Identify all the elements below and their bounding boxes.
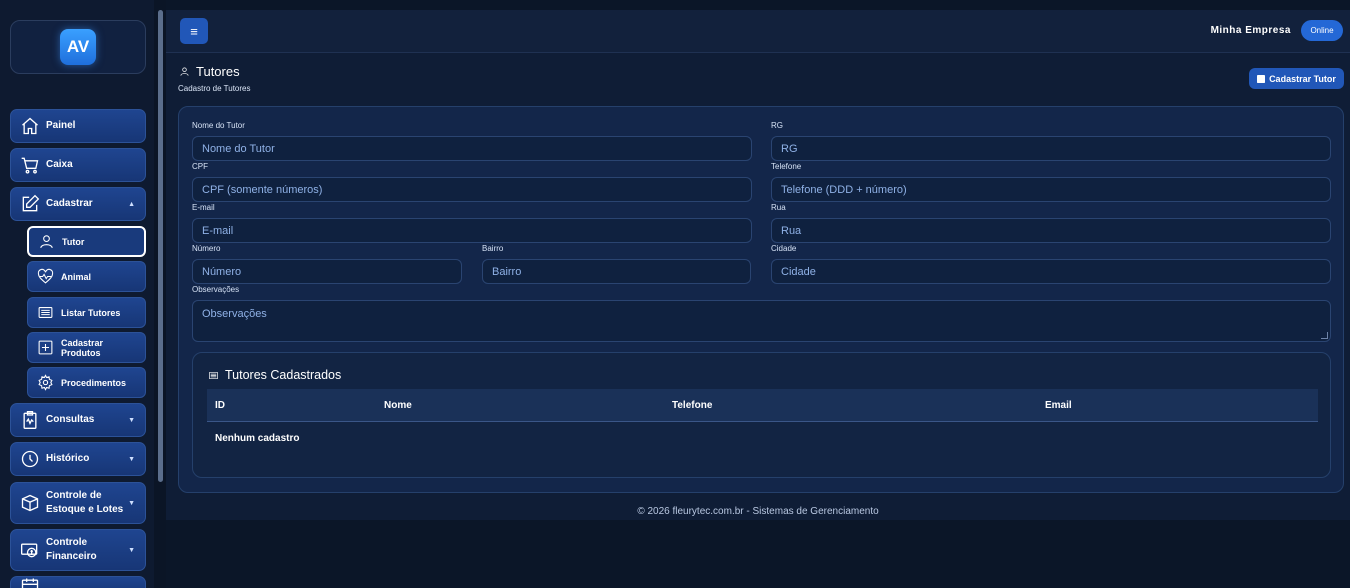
- hamburger-icon: ≡: [190, 23, 198, 39]
- sidebar-item-estoque[interactable]: Controle de Estoque e Lotes ▼: [10, 482, 146, 524]
- nome-input[interactable]: Nome do Tutor: [192, 136, 752, 161]
- table-header: ID Nome Telefone Email: [207, 389, 1318, 422]
- sidebar-subitem-procedimentos[interactable]: Procedimentos: [27, 367, 146, 398]
- sidebar-subitem-animal[interactable]: Animal: [27, 261, 146, 292]
- company-name: Minha Empresa: [1210, 25, 1291, 36]
- chevron-down-icon: ▼: [128, 499, 135, 507]
- user-icon: [180, 67, 189, 76]
- clipboard-icon: [20, 410, 40, 430]
- column-header-telefone[interactable]: Telefone: [672, 400, 712, 411]
- chevron-down-icon: ▼: [128, 416, 135, 424]
- sidebar-item-label-line1: Controle de: [46, 490, 102, 501]
- resize-handle[interactable]: [1321, 332, 1328, 339]
- cpf-label: CPF: [192, 162, 208, 171]
- telefone-input[interactable]: Telefone (DDD + número): [771, 177, 1331, 202]
- numero-input[interactable]: Número: [192, 259, 462, 284]
- menu-toggle-button[interactable]: ≡: [180, 18, 208, 44]
- sidebar-item-label-line2: Estoque e Lotes: [46, 504, 124, 515]
- home-icon: [20, 116, 40, 136]
- heart-pulse-icon: [36, 268, 54, 286]
- rg-label: RG: [771, 121, 783, 130]
- sidebar-subitem-tutor[interactable]: Tutor: [27, 226, 146, 257]
- box-icon: [20, 493, 40, 513]
- sidebar-item-consultas[interactable]: Consultas ▼: [10, 403, 146, 437]
- cadastrar-tutor-label: Cadastrar Tutor: [1269, 73, 1336, 84]
- rg-input[interactable]: RG: [771, 136, 1331, 161]
- sidebar-item-historico[interactable]: Histórico ▼: [10, 442, 146, 476]
- sidebar-item-label: Caixa: [46, 159, 73, 170]
- sidebar-item-financeiro[interactable]: Controle Financeiro ▼: [10, 529, 146, 571]
- save-icon: [1257, 74, 1266, 83]
- edit-icon: [20, 194, 40, 214]
- observacoes-label: Observações: [192, 285, 240, 294]
- telefone-label: Telefone: [771, 162, 802, 171]
- empty-table-message: Nenhum cadastro: [215, 433, 300, 444]
- table-title-text: Tutores Cadastrados: [225, 368, 342, 382]
- sidebar-item-caixa[interactable]: Caixa: [10, 148, 146, 182]
- sidebar-item-label: Cadastrar: [46, 198, 93, 209]
- bairro-input[interactable]: Bairro: [482, 259, 751, 284]
- sidebar-subitem-listar-tutores[interactable]: Listar Tutores: [27, 297, 146, 328]
- gear-icon: [36, 374, 54, 392]
- rua-input[interactable]: Rua: [771, 218, 1331, 243]
- topbar: ≡ Minha Empresa Online: [166, 10, 1350, 53]
- user-icon: [37, 233, 55, 251]
- observacoes-textarea[interactable]: Observações: [192, 300, 1331, 342]
- table-title: Tutores Cadastrados: [208, 368, 341, 382]
- column-header-nome[interactable]: Nome: [384, 400, 412, 411]
- page-subtitle: Cadastro de Tutores: [178, 84, 251, 93]
- footer: © 2026 fleurytec.com.br - Sistemas de Ge…: [637, 506, 879, 517]
- page-title-text: Tutores: [196, 64, 240, 79]
- sidebar-item-label: Controle Financeiro: [46, 536, 97, 564]
- sidebar-item-label: Painel: [46, 120, 76, 131]
- clock-icon: [20, 449, 40, 469]
- email-label: E-mail: [192, 203, 215, 212]
- sidebar-item-cadastrar[interactable]: Cadastrar ▲: [10, 187, 146, 221]
- sidebar-subitem-label: Tutor: [62, 236, 85, 247]
- page-title: Tutores: [179, 64, 240, 79]
- logo-container: AV: [10, 20, 146, 74]
- sidebar-subitem-label: Procedimentos: [61, 377, 127, 388]
- email-input[interactable]: E-mail: [192, 218, 752, 243]
- cidade-input[interactable]: Cidade: [771, 259, 1331, 284]
- numero-label: Número: [192, 244, 221, 253]
- cadastrar-tutor-button[interactable]: Cadastrar Tutor: [1249, 68, 1344, 89]
- sidebar-item-label-line1: Controle: [46, 537, 88, 548]
- cpf-input[interactable]: CPF (somente números): [192, 177, 752, 202]
- tutores-table-card: Tutores Cadastrados ID Nome Telefone Ema…: [192, 352, 1331, 478]
- sidebar-item-label-line2: Financeiro: [46, 551, 97, 562]
- sidebar-item-label: Controle de Estoque e Lotes: [46, 489, 123, 517]
- chevron-down-icon: ▼: [128, 546, 135, 554]
- sidebar-scrollbar-thumb[interactable]: [158, 10, 163, 482]
- nome-label: Nome do Tutor: [192, 121, 245, 130]
- column-header-id[interactable]: ID: [215, 400, 225, 411]
- sidebar-item-painel[interactable]: Painel: [10, 109, 146, 143]
- sidebar-subitem-label: Cadastrar Produtos: [61, 337, 104, 358]
- money-icon: [20, 540, 40, 560]
- calendar-icon: [20, 576, 40, 588]
- column-header-email[interactable]: Email: [1045, 400, 1072, 411]
- bairro-label: Bairro: [482, 244, 504, 253]
- status-badge: Online: [1301, 20, 1343, 41]
- rua-label: Rua: [771, 203, 786, 212]
- sidebar-subitem-label: Listar Tutores: [61, 307, 121, 318]
- cart-icon: [20, 155, 40, 175]
- chevron-up-icon: ▲: [128, 200, 135, 208]
- cidade-label: Cidade: [771, 244, 797, 253]
- sidebar-item-label: Consultas: [46, 414, 95, 425]
- sidebar-item-more[interactable]: [10, 576, 146, 588]
- sidebar-item-label: Histórico: [46, 453, 90, 464]
- plus-box-icon: [36, 339, 54, 357]
- list-icon: [36, 304, 54, 322]
- sidebar-subitem-label: Animal: [61, 271, 92, 282]
- logo: AV: [60, 29, 96, 65]
- chevron-down-icon: ▼: [128, 455, 135, 463]
- list-icon: [209, 371, 218, 379]
- observacoes-placeholder: Observações: [202, 308, 267, 320]
- sidebar: AV Painel Caixa Cadastrar ▲ Tutor Animal…: [0, 0, 166, 588]
- sidebar-subitem-cadastrar-produtos[interactable]: Cadastrar Produtos: [27, 332, 146, 363]
